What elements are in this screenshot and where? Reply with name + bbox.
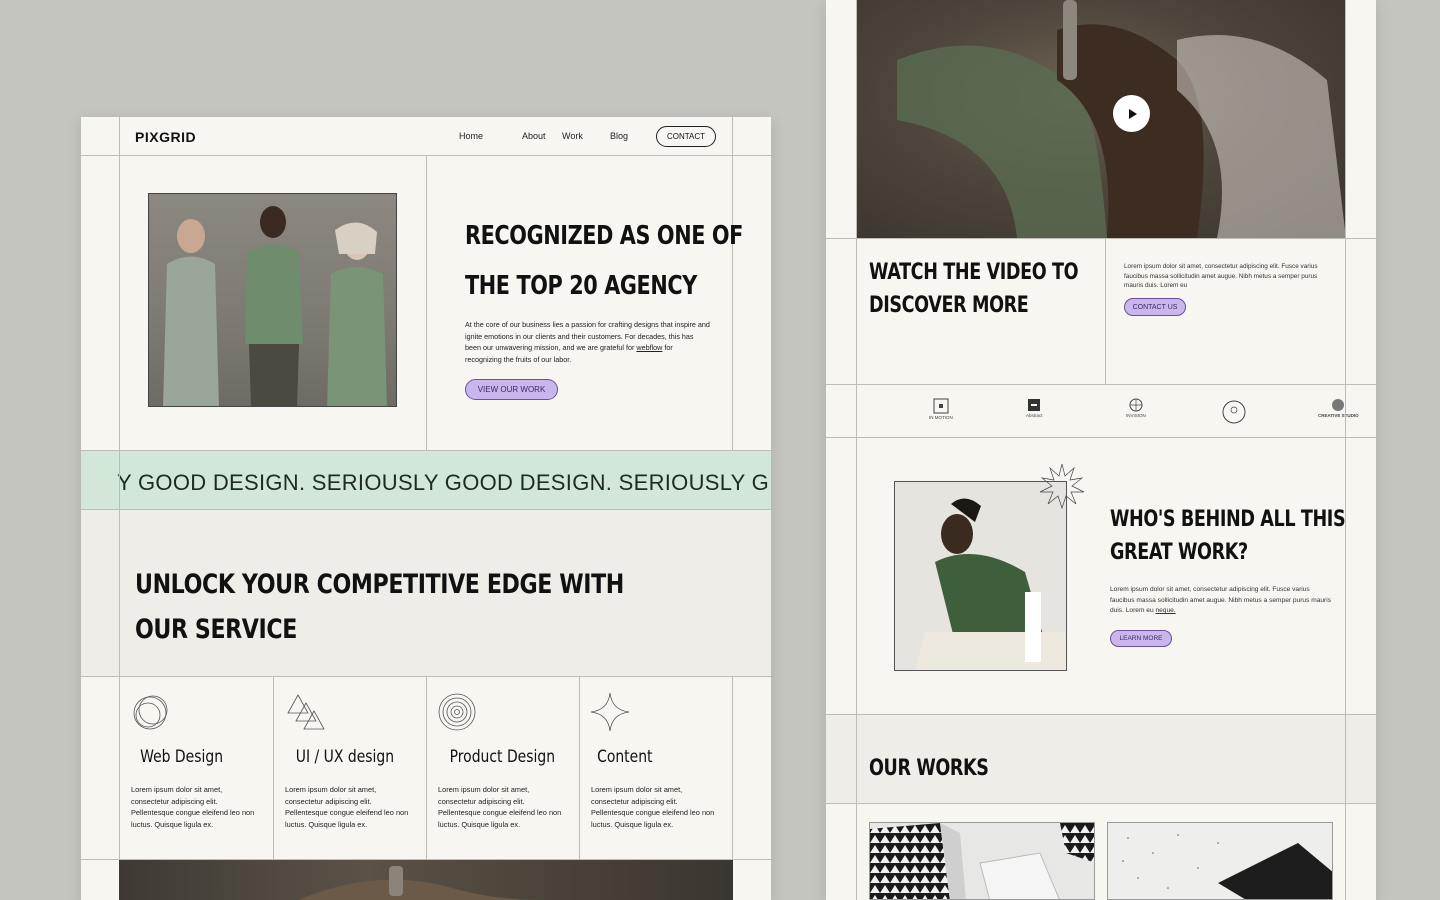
nav-about[interactable]: About xyxy=(522,131,546,141)
concentric-circles-icon xyxy=(438,693,476,731)
learn-more-button[interactable]: LEARN MORE xyxy=(1110,630,1172,647)
client-logo-invision: INVISION xyxy=(1126,398,1146,418)
service-card-web-design[interactable]: Web Design Lorem ipsum dolor sit amet, c… xyxy=(120,677,273,860)
grid-line xyxy=(856,0,857,900)
client-logo-creative-studio: CREATIVE STUDIO xyxy=(1318,398,1359,418)
client-logo-abstract: Abstract xyxy=(1026,398,1043,418)
grid-line xyxy=(826,238,1376,239)
grid-line xyxy=(1345,0,1346,900)
square-logo-icon xyxy=(933,398,949,414)
play-icon xyxy=(1128,108,1137,119)
play-button[interactable] xyxy=(1113,95,1150,132)
about-section-text: Lorem ipsum dolor sit amet, consectetur … xyxy=(1110,586,1331,614)
service-name: Content xyxy=(597,747,653,767)
work-item-packaging[interactable] xyxy=(869,822,1095,900)
service-description: Lorem ipsum dolor sit amet, consectetur … xyxy=(438,785,562,829)
grid-line xyxy=(826,437,1376,438)
nav-blog[interactable]: Blog xyxy=(610,131,628,141)
brand-logo[interactable]: PIXGRID xyxy=(135,129,196,145)
hero-title: RECOGNIZED AS ONE OF THE TOP 20 AGENCY xyxy=(465,221,743,301)
nav-work[interactable]: Work xyxy=(562,131,583,141)
service-description: Lorem ipsum dolor sit amet, consectetur … xyxy=(285,785,409,829)
webflow-link[interactable]: webflow xyxy=(636,343,662,352)
service-description: Lorem ipsum dolor sit amet, consectetur … xyxy=(591,785,715,829)
service-card-product-design[interactable]: Product Design Lorem ipsum dolor sit ame… xyxy=(427,677,579,860)
service-description: Lorem ipsum dolor sit amet, consectetur … xyxy=(131,785,255,829)
service-name: Product Design xyxy=(449,747,556,767)
video-section-title: WATCH THE VIDEO TO DISCOVER MORE xyxy=(869,260,1079,318)
works-title: OUR WORKS xyxy=(869,756,989,781)
marquee-banner: Y GOOD DESIGN. SERIOUSLY GOOD DESIGN. SE… xyxy=(81,450,771,510)
sparkle-icon xyxy=(590,692,630,732)
video-player[interactable] xyxy=(857,0,1346,238)
starburst-decoration-icon xyxy=(1039,463,1085,510)
service-card-ui-ux-design[interactable]: UI / UX design Lorem ipsum dolor sit ame… xyxy=(274,677,426,860)
globe-logo-icon xyxy=(1129,398,1143,412)
video-preview-thumbnail xyxy=(119,860,733,900)
grid-line xyxy=(826,803,1376,804)
work-item-business-cards[interactable] xyxy=(1107,822,1333,900)
grid-line xyxy=(426,155,427,450)
client-logo-badge xyxy=(1222,400,1246,425)
hero-team-photo xyxy=(148,193,397,407)
circles-icon xyxy=(133,695,168,730)
view-our-work-button[interactable]: VIEW OUR WORK xyxy=(465,379,558,400)
grid-line xyxy=(1105,238,1106,384)
services-title: UNLOCK YOUR COMPETITIVE EDGE WITH OUR SE… xyxy=(135,569,624,645)
contact-us-button[interactable]: CONTACT US xyxy=(1124,298,1186,316)
service-name: Web Design xyxy=(140,747,224,767)
client-logo-in-motion: IN MOTION xyxy=(929,398,953,420)
neque-link[interactable]: neque. xyxy=(1155,607,1175,614)
creative-studio-logo-icon xyxy=(1332,399,1345,411)
homepage-card: PIXGRID Home About Work Blog CONTACT REC… xyxy=(81,117,771,900)
contact-button[interactable]: CONTACT xyxy=(656,126,716,147)
service-card-content[interactable]: Content Lorem ipsum dolor sit amet, cons… xyxy=(580,677,732,860)
nav-home[interactable]: Home xyxy=(459,131,483,141)
marquee-text: Y GOOD DESIGN. SERIOUSLY GOOD DESIGN. SE… xyxy=(117,470,770,495)
video-section-text: Lorem ipsum dolor sit amet, consectetur … xyxy=(1124,263,1318,289)
hero-description: At the core of our business lies a passi… xyxy=(465,320,710,364)
inner-page-card: WATCH THE VIDEO TO DISCOVER MORE Lorem i… xyxy=(826,0,1376,900)
stacked-triangles-icon xyxy=(287,694,325,730)
service-name: UI / UX design xyxy=(295,747,395,767)
abstract-logo-icon xyxy=(1028,399,1041,411)
about-section-title: WHO'S BEHIND ALL THIS GREAT WORK? xyxy=(1110,507,1346,565)
badge-logo-icon xyxy=(1222,400,1246,424)
grid-line xyxy=(826,714,1376,715)
grid-line xyxy=(826,384,1376,385)
